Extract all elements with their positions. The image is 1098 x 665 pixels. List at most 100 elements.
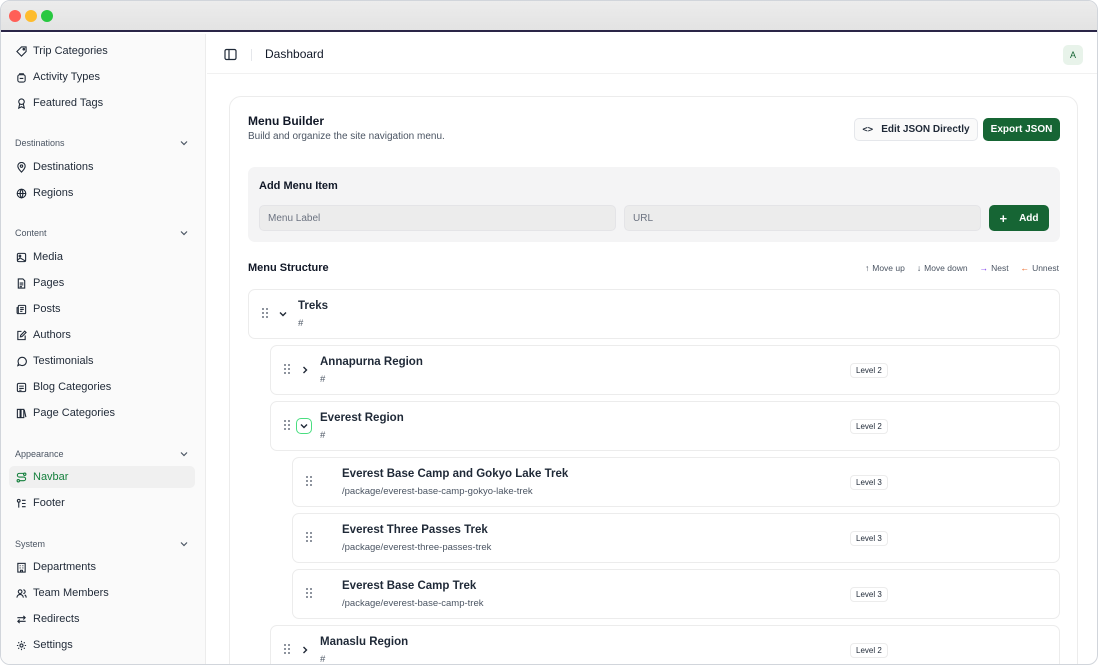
menu-node-url: # <box>320 374 326 385</box>
page-title: Dashboard <box>265 47 324 61</box>
chevron-down-icon <box>180 231 188 236</box>
sidebar-item-pages[interactable]: Pages <box>9 272 195 294</box>
sidebar-item-footer[interactable]: Footer <box>9 492 195 514</box>
message-circle-icon <box>15 355 27 367</box>
drag-handle-icon[interactable] <box>305 587 313 599</box>
arrow-up-icon: ↑ <box>865 263 870 273</box>
sidebar: Trip Categories Activity Types Featured … <box>1 34 206 664</box>
sidebar-item-settings[interactable]: Settings <box>9 634 195 656</box>
menu-builder-card: Menu Builder Build and organize the site… <box>229 96 1078 664</box>
sidebar-item-activity-types[interactable]: Activity Types <box>9 66 195 88</box>
sidebar-item-label: Settings <box>33 639 73 651</box>
drag-handle-icon[interactable] <box>261 307 269 319</box>
sidebar-item-label: Regions <box>33 187 74 199</box>
menu-node[interactable]: Annapurna Region # Level 2 <box>270 345 1060 395</box>
sidebar-toggle-icon[interactable] <box>224 48 237 61</box>
sidebar-group-label: Appearance <box>15 449 64 459</box>
menu-node-url: /package/everest-three-passes-trek <box>342 542 492 553</box>
menu-node[interactable]: Treks # <box>248 289 1060 339</box>
globe-icon <box>15 187 27 199</box>
plus-icon: + <box>999 210 1008 226</box>
menu-node[interactable]: Everest Base Camp Trek /package/everest-… <box>292 569 1060 619</box>
sidebar-group-content[interactable]: Content <box>9 224 195 242</box>
sidebar-item-label: Team Members <box>33 587 109 599</box>
maximize-window-button[interactable] <box>41 10 53 22</box>
code-icon: <> <box>862 124 874 135</box>
sidebar-item-blog-categories[interactable]: Blog Categories <box>9 376 195 398</box>
drag-handle-icon[interactable] <box>283 643 291 655</box>
edit-json-button[interactable]: <> Edit JSON Directly <box>854 118 978 141</box>
close-window-button[interactable] <box>9 10 21 22</box>
add-menu-item-title: Add Menu Item <box>259 180 338 192</box>
sidebar-item-media[interactable]: Media <box>9 246 195 268</box>
drag-handle-icon[interactable] <box>283 363 291 375</box>
menu-node[interactable]: Everest Region # Level 2 <box>270 401 1060 451</box>
menu-node-url: # <box>298 318 304 329</box>
legend-unnest: ← Unnest <box>1020 263 1059 273</box>
route-icon <box>15 471 27 483</box>
add-label: Add <box>1019 212 1039 224</box>
menu-node-url: /package/everest-base-camp-trek <box>342 598 484 609</box>
drag-handle-icon[interactable] <box>305 531 313 543</box>
image-icon <box>15 251 27 263</box>
minimize-window-button[interactable] <box>25 10 37 22</box>
sidebar-item-label: Redirects <box>33 613 80 625</box>
sidebar-item-label: Destinations <box>33 161 94 173</box>
sidebar-item-destinations[interactable]: Destinations <box>9 156 195 178</box>
menu-node[interactable]: Manaslu Region # Level 2 <box>270 625 1060 664</box>
ribbon-icon <box>15 97 27 109</box>
export-json-button[interactable]: Export JSON <box>983 118 1060 141</box>
expand-toggle[interactable] <box>297 362 313 378</box>
pen-square-icon <box>15 329 27 341</box>
menu-node[interactable]: Everest Base Camp and Gokyo Lake Trek /p… <box>292 457 1060 507</box>
chevron-down-icon <box>279 312 287 317</box>
menu-node-url: /package/everest-base-camp-gokyo-lake-tr… <box>342 486 533 497</box>
sidebar-item-authors[interactable]: Authors <box>9 324 195 346</box>
expand-toggle[interactable] <box>297 642 313 658</box>
arrow-down-icon: ↓ <box>916 263 922 273</box>
sidebar-item-label: Pages <box>33 277 65 289</box>
sidebar-group-system[interactable]: System <box>9 535 195 553</box>
sidebar-item-posts[interactable]: Posts <box>9 298 195 320</box>
chevron-down-icon <box>180 542 188 547</box>
sidebar-item-label: Departments <box>33 561 96 573</box>
url-input[interactable] <box>624 205 981 231</box>
sidebar-item-navbar[interactable]: Navbar <box>9 466 195 488</box>
sidebar-item-team-members[interactable]: Team Members <box>9 582 195 604</box>
chevron-down-icon <box>180 141 188 146</box>
sidebar-item-featured-tags[interactable]: Featured Tags <box>9 92 195 114</box>
collapse-toggle[interactable] <box>296 418 312 434</box>
add-button[interactable]: + Add <box>989 205 1049 231</box>
menu-node-label: Everest Three Passes Trek <box>342 524 488 536</box>
sidebar-item-testimonials[interactable]: Testimonials <box>9 350 195 372</box>
menu-label-input[interactable] <box>259 205 616 231</box>
sidebar-item-redirects[interactable]: Redirects <box>9 608 195 630</box>
level-badge: Level 2 <box>850 363 888 378</box>
sidebar-item-label: Testimonials <box>33 355 94 367</box>
sidebar-item-label: Authors <box>33 329 71 341</box>
menu-builder-subtitle: Build and organize the site navigation m… <box>248 131 445 142</box>
sidebar-item-departments[interactable]: Departments <box>9 556 195 578</box>
sidebar-group-appearance[interactable]: Appearance <box>9 445 195 463</box>
tag-icon <box>15 45 27 57</box>
sidebar-item-trip-categories[interactable]: Trip Categories <box>9 40 195 62</box>
sidebar-group-label: Destinations <box>15 138 65 148</box>
avatar[interactable]: A <box>1063 45 1083 65</box>
sidebar-item-label: Activity Types <box>33 71 101 83</box>
level-badge: Level 3 <box>850 587 888 602</box>
sidebar-group-destinations[interactable]: Destinations <box>9 134 195 152</box>
drag-handle-icon[interactable] <box>305 475 313 487</box>
sidebar-item-regions[interactable]: Regions <box>9 182 195 204</box>
menu-node[interactable]: Everest Three Passes Trek /package/evere… <box>292 513 1060 563</box>
list-icon <box>15 381 27 393</box>
sidebar-item-page-categories[interactable]: Page Categories <box>9 402 195 424</box>
chevron-down-icon <box>300 424 308 429</box>
collapse-toggle[interactable] <box>275 306 291 322</box>
top-header: Dashboard A <box>207 34 1097 74</box>
menu-structure-legend: ↑ Move up ↓ Move down → Nest ← Unnest <box>865 263 1059 273</box>
menu-node-url: # <box>320 430 326 441</box>
sidebar-group-label: Content <box>15 228 47 238</box>
sidebar-item-label: Footer <box>33 497 65 509</box>
drag-handle-icon[interactable] <box>283 419 291 431</box>
edit-json-label: Edit JSON Directly <box>881 124 970 135</box>
